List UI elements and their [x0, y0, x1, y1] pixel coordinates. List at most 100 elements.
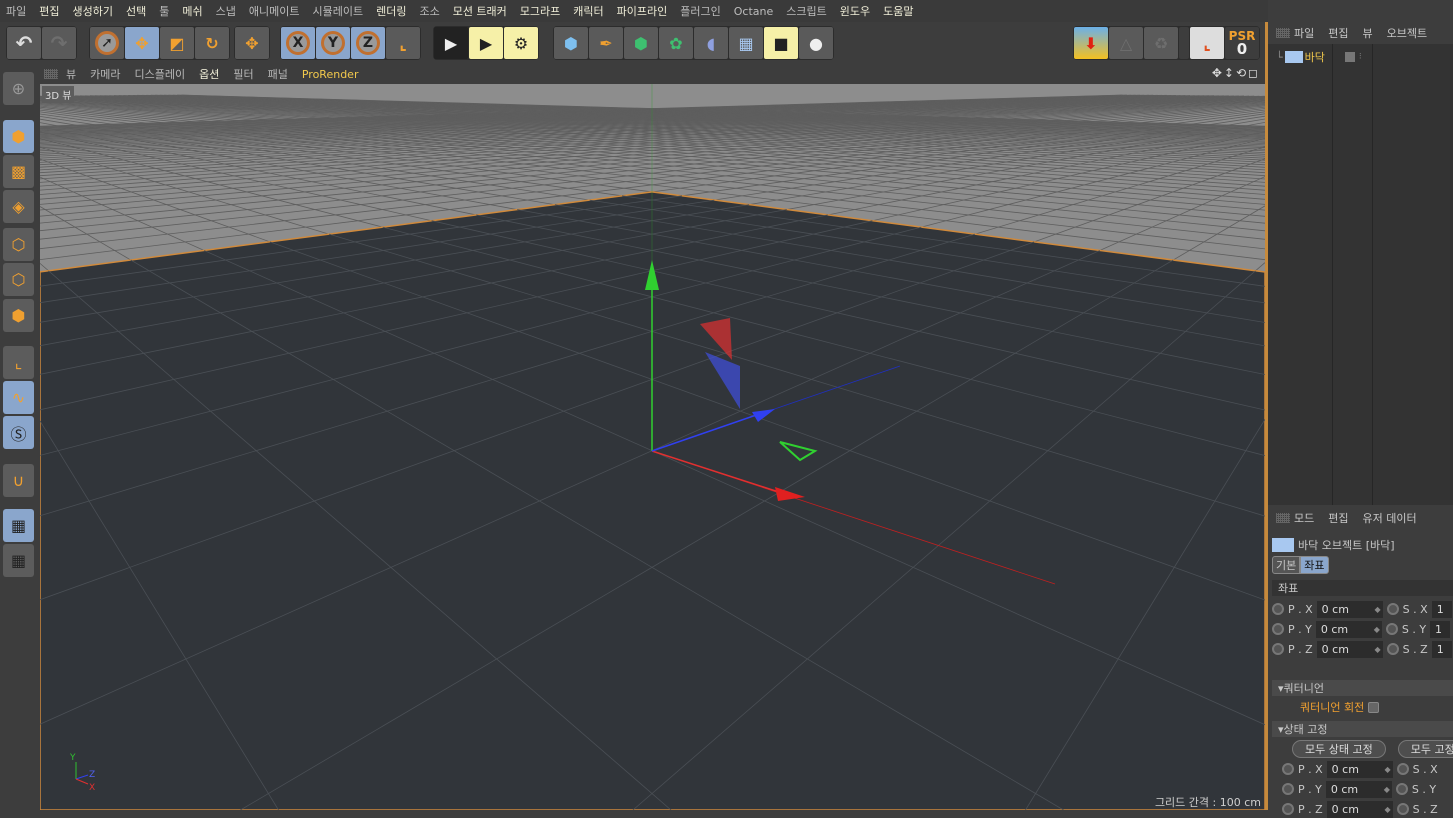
freeze-px-input[interactable]: 0 cm ◆	[1326, 760, 1393, 778]
rotate-icon[interactable]: ↻	[195, 27, 229, 59]
render-picture-viewer-icon[interactable]: ▶	[469, 27, 503, 59]
animate-radio[interactable]	[1386, 603, 1399, 615]
om-menu-view[interactable]: 뷰	[1363, 25, 1373, 41]
sz-input[interactable]: 1	[1431, 640, 1452, 658]
y-axis-lock-button[interactable]: Y	[316, 27, 350, 59]
menu-tools[interactable]: 툴	[159, 3, 169, 19]
menu-sculpt[interactable]: 조소	[419, 3, 439, 19]
lock-workplane-icon[interactable]: ▦	[3, 509, 34, 542]
menu-create[interactable]: 생성하기	[73, 3, 113, 19]
menu-animate[interactable]: 애니메이트	[249, 3, 300, 19]
tab-coordinates[interactable]: 좌표	[1300, 556, 1329, 574]
menu-mesh[interactable]: 메쉬	[182, 3, 202, 19]
animate-radio[interactable]	[1282, 763, 1294, 775]
texture-mode-icon[interactable]: ▩	[3, 155, 34, 188]
viewport-menu-filter[interactable]: 필터	[233, 66, 253, 82]
animate-radio[interactable]	[1272, 623, 1284, 635]
live-selection-icon[interactable]: ➚	[90, 27, 124, 59]
grip-handle[interactable]	[44, 69, 58, 79]
om-menu-object[interactable]: 오브젝트	[1387, 25, 1427, 41]
move-icon[interactable]: ✥	[125, 27, 159, 59]
menu-help[interactable]: 도움말	[883, 3, 913, 19]
animate-radio[interactable]	[1386, 643, 1399, 655]
layout-icon[interactable]: △	[1109, 27, 1143, 59]
light-icon[interactable]: ●	[799, 27, 833, 59]
z-axis-lock-button[interactable]: Z	[351, 27, 385, 59]
am-menu-mode[interactable]: 모드	[1294, 510, 1314, 526]
render-view-icon[interactable]: ▶	[434, 27, 468, 59]
menu-select[interactable]: 선택	[126, 3, 146, 19]
solo-icon[interactable]: Ⓢ	[3, 416, 34, 449]
last-tool-icon[interactable]: ✥	[235, 27, 269, 59]
editable-icon[interactable]: ⬇	[1074, 27, 1108, 59]
axis-mode-icon[interactable]: ⌞	[3, 346, 34, 379]
3d-viewport[interactable]: Y Z X 3D 뷰 그리드 간격 : 100 cm	[40, 84, 1265, 810]
animate-radio[interactable]	[1395, 783, 1408, 795]
section-freeze[interactable]: ▾ 상태 고정	[1272, 721, 1453, 737]
freeze-all-button[interactable]: 모두 상태 고정	[1292, 740, 1386, 758]
am-menu-user-data[interactable]: 유저 데이터	[1363, 510, 1417, 526]
pz-input[interactable]: 0 cm ◆	[1316, 640, 1383, 658]
deformer-icon[interactable]: ◖	[694, 27, 728, 59]
viewport-nav-icons[interactable]: ✥↕⟲◻	[1212, 66, 1260, 80]
model-mode-icon[interactable]: ⬢	[3, 120, 34, 153]
render-settings-icon[interactable]: ⚙	[504, 27, 538, 59]
viewport-menu-camera[interactable]: 카메라	[90, 66, 120, 82]
menu-character[interactable]: 캐릭터	[573, 3, 603, 19]
undo-icon[interactable]: ↶	[7, 27, 41, 59]
pen-spline-icon[interactable]: ✒	[589, 27, 623, 59]
menu-edit[interactable]: 편집	[39, 3, 59, 19]
menu-file[interactable]: 파일	[6, 3, 26, 19]
menu-simulate[interactable]: 시뮬레이트	[312, 3, 363, 19]
menu-octane[interactable]: Octane	[734, 5, 774, 18]
visibility-dots-icon[interactable]: ⁝	[1359, 52, 1362, 62]
polygons-mode-icon[interactable]: ⬢	[3, 299, 34, 332]
menu-mograph[interactable]: 모그라프	[520, 3, 560, 19]
grip-handle[interactable]	[1276, 28, 1290, 38]
viewport-menu-panel[interactable]: 패널	[268, 66, 288, 82]
world-coordinates-icon[interactable]: ⌞	[386, 27, 420, 59]
workplane-align-icon[interactable]: ▦	[3, 544, 34, 577]
subdivision-icon[interactable]: ⬢	[624, 27, 658, 59]
animate-radio[interactable]	[1272, 603, 1284, 615]
quaternion-rotation-checkbox[interactable]	[1368, 701, 1380, 713]
redo-icon[interactable]: ↷	[42, 27, 76, 59]
grip-handle[interactable]	[1276, 513, 1290, 523]
sy-input[interactable]: 1	[1430, 620, 1451, 638]
points-mode-icon[interactable]: ⬡	[3, 228, 34, 261]
viewport-menu-prorender[interactable]: ProRender	[302, 68, 359, 81]
tweak-mode-icon[interactable]: ∿	[3, 381, 34, 414]
animate-radio[interactable]	[1282, 783, 1294, 795]
animate-radio[interactable]	[1282, 803, 1294, 815]
freeze-py-input[interactable]: 0 cm ◆	[1325, 780, 1392, 798]
menu-plugins[interactable]: 플러그인	[680, 3, 720, 19]
viewport-menu-display[interactable]: 디스플레이	[135, 66, 186, 82]
snap-icon[interactable]: ∪	[3, 464, 34, 497]
floor-icon[interactable]: ▦	[729, 27, 763, 59]
object-name[interactable]: 바닥	[1305, 49, 1325, 65]
menu-snap[interactable]: 스냅	[216, 3, 236, 19]
animate-radio[interactable]	[1272, 643, 1284, 655]
recycle-icon[interactable]: ♻	[1144, 27, 1178, 59]
viewport-canvas[interactable]: Y Z X	[40, 84, 1265, 810]
viewport-menu-options[interactable]: 옵션	[199, 66, 219, 82]
menu-render[interactable]: 렌더링	[376, 3, 406, 19]
menu-script[interactable]: 스크립트	[786, 3, 826, 19]
animate-radio[interactable]	[1385, 623, 1398, 635]
workplane-mode-icon[interactable]: ◈	[3, 190, 34, 223]
axis-icon[interactable]: ⌞	[1190, 27, 1224, 59]
tab-basic[interactable]: 기본	[1272, 556, 1301, 574]
menu-motion-tracker[interactable]: 모션 트래커	[453, 3, 507, 19]
edges-mode-icon[interactable]: ⬡	[3, 263, 34, 296]
object-row-floor[interactable]: └ 바닥 ⁝	[1268, 48, 1453, 66]
freeze-pz-input[interactable]: 0 cm ◆	[1326, 800, 1393, 818]
make-editable-icon[interactable]: ⊕	[3, 72, 34, 105]
section-quaternion[interactable]: ▾ 쿼터니언	[1272, 680, 1453, 696]
cube-icon[interactable]: ⬢	[554, 27, 588, 59]
x-axis-lock-button[interactable]: X	[281, 27, 315, 59]
scale-icon[interactable]: ◩	[160, 27, 194, 59]
viewport-menu-view[interactable]: 뷰	[66, 66, 76, 82]
animate-radio[interactable]	[1396, 763, 1409, 775]
am-menu-edit[interactable]: 편집	[1328, 510, 1348, 526]
camera-icon[interactable]: ■	[764, 27, 798, 59]
